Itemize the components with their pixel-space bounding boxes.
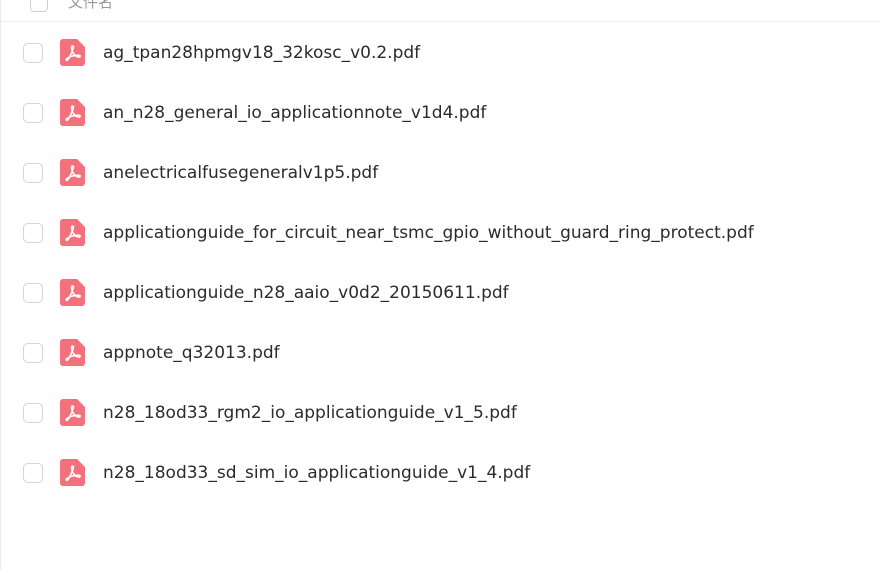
file-checkbox[interactable] [23,343,43,363]
file-checkbox[interactable] [23,43,43,63]
file-row[interactable]: appnote_q32013.pdf [1,322,880,382]
pdf-icon [60,279,85,306]
file-name[interactable]: ag_tpan28hpmgv18_32kosc_v0.2.pdf [103,41,420,65]
file-row[interactable]: anelectricalfusegeneralv1p5.pdf [1,142,880,202]
file-list: ag_tpan28hpmgv18_32kosc_v0.2.pdf an_n28_… [1,22,880,502]
file-name[interactable]: n28_18od33_rgm2_io_applicationguide_v1_5… [103,401,517,425]
pdf-icon [60,219,85,246]
pdf-icon [60,399,85,426]
file-checkbox[interactable] [23,463,43,483]
file-name[interactable]: n28_18od33_sd_sim_io_applicationguide_v1… [103,461,530,485]
file-checkbox[interactable] [23,403,43,423]
list-header: 文件名 [1,0,880,22]
select-all-checkbox[interactable] [30,0,48,12]
file-name[interactable]: appnote_q32013.pdf [103,341,280,365]
name-column-header[interactable]: 文件名 [68,0,113,12]
pdf-icon [60,99,85,126]
pdf-icon [60,159,85,186]
pdf-icon [60,39,85,66]
file-row[interactable]: an_n28_general_io_applicationnote_v1d4.p… [1,82,880,142]
file-row[interactable]: n28_18od33_sd_sim_io_applicationguide_v1… [1,442,880,502]
file-row[interactable]: ag_tpan28hpmgv18_32kosc_v0.2.pdf [1,22,880,82]
file-row[interactable]: applicationguide_for_circuit_near_tsmc_g… [1,202,880,262]
file-checkbox[interactable] [23,283,43,303]
file-name[interactable]: anelectricalfusegeneralv1p5.pdf [103,161,378,185]
pdf-icon [60,459,85,486]
file-row[interactable]: applicationguide_n28_aaio_v0d2_20150611.… [1,262,880,322]
file-name[interactable]: applicationguide_n28_aaio_v0d2_20150611.… [103,281,509,305]
file-list-panel: 文件名 ag_tpan28hpmgv18_32kosc_v0.2.pdf an_… [0,0,880,570]
pdf-icon [60,339,85,366]
file-name[interactable]: applicationguide_for_circuit_near_tsmc_g… [103,221,754,245]
file-row[interactable]: n28_18od33_rgm2_io_applicationguide_v1_5… [1,382,880,442]
file-checkbox[interactable] [23,163,43,183]
file-checkbox[interactable] [23,103,43,123]
file-name[interactable]: an_n28_general_io_applicationnote_v1d4.p… [103,101,486,125]
file-checkbox[interactable] [23,223,43,243]
